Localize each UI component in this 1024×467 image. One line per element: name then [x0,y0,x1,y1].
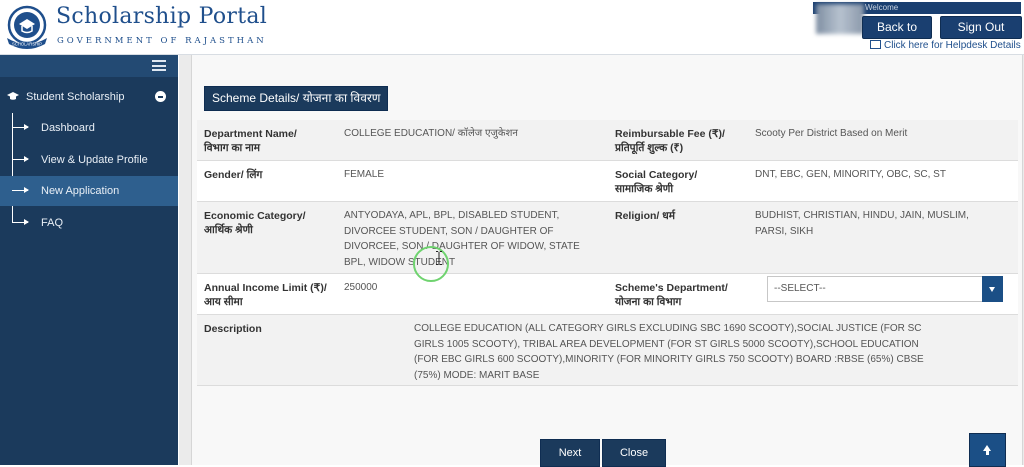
mail-icon [870,40,881,49]
value-line: ANTYODAYA, APL, BPL, DISABLED STUDENT, [344,210,560,221]
graduation-cap-icon [7,92,19,100]
scheme-department-label: Scheme's Department/ योजना का विभाग [615,281,728,309]
collapse-minus-icon[interactable] [155,91,166,102]
scroll-top-arrow-icon[interactable] [969,433,1006,467]
sidebar-item-new-application[interactable]: New Application [0,176,178,206]
dropdown-caret-icon[interactable] [982,276,1003,302]
social-category-label: Social Category/ सामाजिक श्रेणी [615,168,697,196]
social-category-value: DNT, EBC, GEN, MINORITY, OBC, SC, ST [755,167,946,183]
label-line: Department Name/ [204,128,297,140]
sidebar: Student Scholarship Dashboard View & Upd… [0,55,178,465]
sign-out-button[interactable]: Sign Out [940,16,1022,39]
reimbursable-fee-label: Reimbursable Fee (₹)/ प्रतिपूर्ति शुल्क … [615,127,725,155]
detail-row-gender: Gender/ लिंग FEMALE Social Category/ साम… [197,161,1018,202]
description-line: GIRLS 1005 SCOOTY), TRIBAL AREA DEVELOPM… [414,338,919,350]
label-line: Scheme's Department/ [615,282,728,294]
description-line: COLLEGE EDUCATION (ALL CATEGORY GIRLS EX… [414,323,922,334]
value-line: FEMALE [344,169,385,180]
label-line: Social Category/ [615,169,698,181]
sidebar-item-label: FAQ [41,217,64,229]
income-limit-label: Annual Income Limit (₹)/ आय सीमा [204,281,327,309]
label-line: Annual Income Limit (₹)/ [204,282,327,294]
value-line: Scooty Per District Based on Merit [755,128,908,139]
hamburger-icon[interactable] [152,60,166,71]
back-to-sso-button[interactable]: Back to SSO [862,16,932,55]
label-line: आर्थिक श्रेणी [204,224,253,236]
text-cursor-icon [436,251,442,265]
sidebar-item-label: Dashboard [41,122,95,134]
value-line: COLLEGE EDUCATION/ कॉलेज एजुकेशन [344,128,518,139]
arrow-right-icon [12,187,29,193]
gender-label: Gender/ लिंग [204,168,262,182]
sidebar-section-student-scholarship[interactable]: Student Scholarship [0,85,178,109]
detail-row-department: Department Name/ विभाग का नाम COLLEGE ED… [197,120,1018,161]
value-line: BPL, WIDOW STUDENT [344,256,456,268]
detail-row-economic-category: Economic Category/ आर्थिक श्रेणी ANTYODA… [197,202,1018,274]
value-line: DNT, EBC, GEN, MINORITY, OBC, SC, ST [755,169,946,180]
helpdesk-link-label: Click here for Helpdesk Details [884,40,1021,51]
sidebar-section-label: Student Scholarship [26,91,125,103]
close-button[interactable]: Close [602,439,666,467]
income-limit-value: 250000 [344,280,377,296]
economic-category-label: Economic Category/ आर्थिक श्रेणी [204,209,306,237]
select-value: --SELECT-- [774,283,826,294]
arrow-right-icon [12,156,29,162]
religion-label: Religion/ धर्म [615,209,675,223]
reimbursable-fee-value: Scooty Per District Based on Merit [755,126,907,142]
department-value: COLLEGE EDUCATION/ कॉलेज एजुकेशन [344,126,518,142]
panel-title: Scheme Details/ योजना का विवरण [204,86,389,111]
label-line: योजना का विभाग [615,296,682,308]
arrow-right-icon [12,219,29,225]
value-line: DIVORCEE STUDENT, SON / DAUGHTER OF [344,225,554,237]
label-line: प्रतिपूर्ति शुल्क (₹) [615,142,684,154]
detail-row-income-limit: Annual Income Limit (₹)/ आय सीमा 250000 … [197,274,1018,315]
description-label: Description [204,323,262,335]
value-line: 250000 [344,282,378,293]
description-line: (FOR EBC GIRLS 600 SCOOTY),MINORITY (FOR… [414,354,924,365]
sidebar-toolbar [0,55,178,77]
sidebar-item-view-update-profile[interactable]: View & Update Profile [0,145,178,175]
sidebar-item-dashboard[interactable]: Dashboard [0,113,178,143]
logo-emblem: SCHOLARSHIP [7,5,47,49]
label-line: विभाग का नाम [204,142,261,154]
sidebar-item-label: New Application [41,185,120,197]
value-line: PARSI, SIKH [755,225,814,237]
scheme-department-select[interactable]: --SELECT-- [767,276,1003,302]
arrow-right-icon [12,124,29,130]
cursor-highlight-ring [413,246,449,282]
portal-title: Scholarship Portal [56,4,268,29]
religion-value: BUDHIST, CHRISTIAN, HINDU, JAIN, MUSLIM,… [755,208,969,239]
value-line: BUDHIST, CHRISTIAN, HINDU, JAIN, MUSLIM, [755,210,969,221]
label-line: Religion/ धर्म [615,210,675,222]
label-line: Reimbursable Fee (₹)/ [615,128,725,140]
sidebar-item-faq[interactable]: FAQ [0,208,178,238]
description-value: COLLEGE EDUCATION (ALL CATEGORY GIRLS EX… [414,321,1004,383]
blurred-user-info [816,4,864,34]
value-line: DIVORCEE, SON / DAUGHTER OF WIDOW, STATE [344,241,580,252]
next-button[interactable]: Next [540,439,600,467]
department-label: Department Name/ विभाग का नाम [204,127,297,155]
scheme-details-panel: Scheme Details/ योजना का विवरण Departmen… [191,55,1023,465]
economic-category-value: ANTYODAYA, APL, BPL, DISABLED STUDENT, D… [344,208,580,270]
label-line: Economic Category/ [204,210,306,222]
portal-subtitle: GOVERNMENT OF RAJASTHAN [57,36,267,46]
gender-value: FEMALE [344,167,384,183]
sidebar-item-label: View & Update Profile [41,154,148,166]
label-line: Gender/ लिंग [204,169,263,181]
detail-row-description: Description COLLEGE EDUCATION (ALL CATEG… [197,315,1018,386]
helpdesk-link[interactable]: Click here for Helpdesk Details [870,40,1021,51]
description-line: (75%) MODE: MARIT BASE [414,369,540,381]
top-header: SCHOLARSHIP Scholarship Portal GOVERNMEN… [0,0,1024,55]
label-line: आय सीमा [204,296,243,308]
label-line: सामाजिक श्रेणी [615,183,674,195]
main-content: Scheme Details/ योजना का विवरण Departmen… [179,55,1024,465]
logo-ribbon-text: SCHOLARSHIP [12,42,42,47]
